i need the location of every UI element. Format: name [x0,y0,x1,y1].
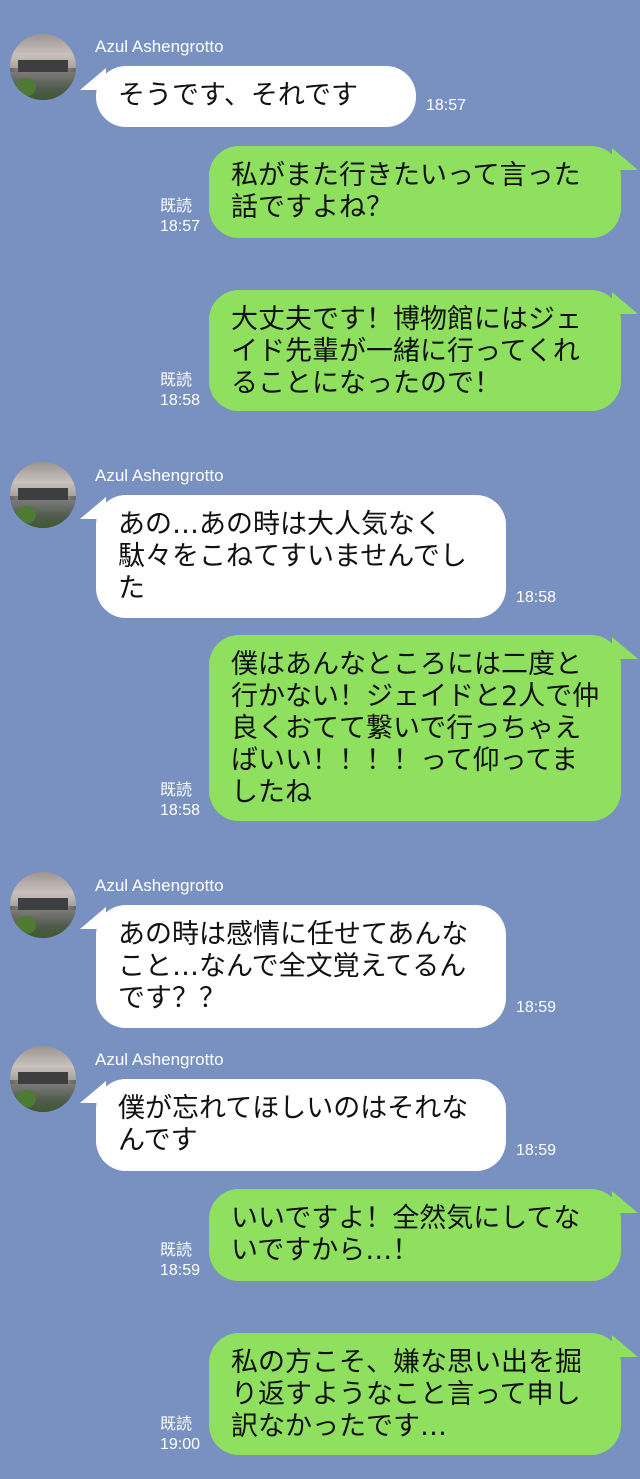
bubble-tail [612,1191,638,1213]
message-time: 18:57 [160,218,201,235]
message-bubble[interactable]: 僕が忘れてほしいのはそれなんです [96,1079,506,1171]
message-bubble[interactable]: 私がまた行きたいって言った話ですよね？ [209,146,621,238]
message-time: 18:58 [160,392,201,409]
sender-avatar[interactable] [10,34,76,100]
bubble-tail [612,637,638,659]
message-time: 18:59 [516,999,557,1016]
sender-name: Azul Ashengrotto [95,37,224,56]
message-time: 18:58 [160,802,201,819]
message-bubble[interactable]: あの時は感情に任せてあんなこと…なんで全文覚えてるんです？？ [96,905,506,1028]
message-bubble[interactable]: 私の方こそ、嫌な思い出を掘り返すようなこと言って申し訳なかったです… [209,1333,621,1455]
message-bubble[interactable]: いいですよ！全然気にしてないですから…！ [209,1189,621,1281]
message-time: 18:58 [516,589,557,606]
message-time: 18:59 [160,1262,201,1279]
message-time: 18:57 [426,97,467,114]
read-receipt: 既読 [160,782,193,799]
message-bubble[interactable]: そうです、それです [96,66,416,127]
bubble-tail [612,292,638,314]
message-bubble[interactable]: あの…あの時は大人気なく駄々をこねてすいませんでした [96,495,506,618]
read-receipt: 既読 [160,198,193,215]
read-receipt: 既読 [160,372,193,389]
sender-name: Azul Ashengrotto [95,876,224,895]
sender-avatar[interactable] [10,1046,76,1112]
message-time: 19:00 [160,1436,201,1453]
bubble-tail [612,1335,638,1357]
read-receipt: 既読 [160,1242,193,1259]
sender-avatar[interactable] [10,872,76,938]
bubble-tail [612,148,638,170]
message-time: 18:59 [516,1142,557,1159]
read-receipt: 既読 [160,1416,193,1433]
sender-name: Azul Ashengrotto [95,466,224,485]
sender-name: Azul Ashengrotto [95,1050,224,1069]
message-bubble[interactable]: 僕はあんなところには二度と行かない！ジェイドと2人で仲良くおてて繋いで行っちゃえ… [209,635,621,821]
sender-avatar[interactable] [10,462,76,528]
message-bubble[interactable]: 大丈夫です！博物館にはジェイド先輩が一緒に行ってくれることになったので！ [209,290,621,411]
